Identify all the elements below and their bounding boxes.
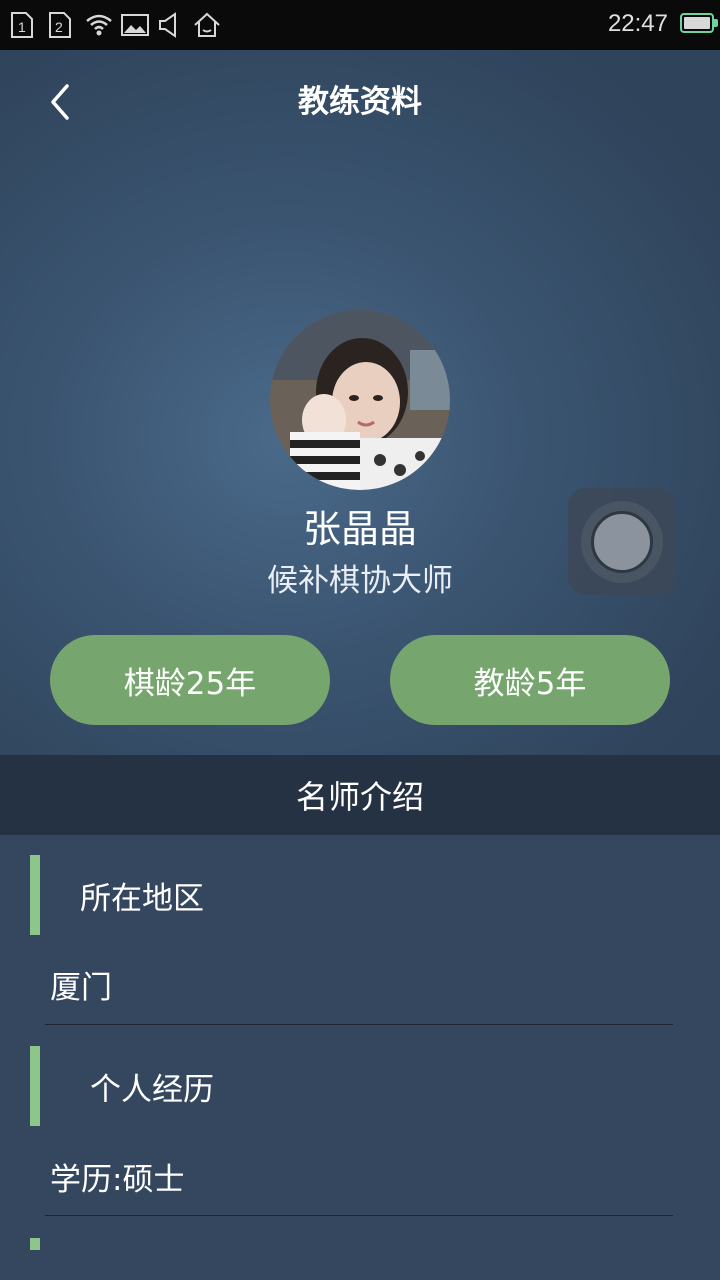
section-header: 名师介绍 bbox=[0, 755, 720, 835]
teaching-age-badge: 教龄5年 bbox=[390, 635, 670, 725]
region-label: 所在地区 bbox=[80, 881, 204, 917]
accent-bar bbox=[30, 1238, 40, 1250]
assistive-ring bbox=[580, 500, 663, 583]
experience-label: 个人经历 bbox=[90, 1072, 214, 1108]
battery-icon bbox=[680, 13, 714, 33]
region-value: 厦门 bbox=[50, 970, 112, 1006]
accent-bar bbox=[30, 1046, 40, 1126]
svg-text:1: 1 bbox=[18, 19, 26, 35]
home-icon bbox=[194, 12, 220, 37]
section-title: 名师介绍 bbox=[295, 778, 424, 816]
sim-2-icon: 2 bbox=[49, 12, 71, 38]
wifi-icon bbox=[86, 14, 112, 36]
chess-age-badge: 棋龄25年 bbox=[50, 635, 330, 725]
divider bbox=[45, 1024, 673, 1025]
region-header: 所在地区 bbox=[0, 855, 720, 935]
floating-assistive-button[interactable] bbox=[568, 488, 675, 595]
experience-header: 个人经历 bbox=[0, 1046, 720, 1126]
experience-value: 学历:硕士 bbox=[50, 1162, 185, 1198]
coach-avatar bbox=[270, 310, 450, 490]
status-bar: 1 2 22:47 bbox=[0, 0, 720, 50]
image-icon bbox=[121, 14, 149, 36]
status-time: 22:47 bbox=[607, 10, 668, 37]
assistive-touch-icon bbox=[590, 510, 653, 573]
battery-tip bbox=[714, 19, 718, 27]
accent-bar bbox=[30, 855, 40, 935]
divider bbox=[45, 1215, 673, 1216]
sim-1-icon: 1 bbox=[11, 12, 33, 38]
svg-text:2: 2 bbox=[55, 19, 63, 35]
page-title: 教练资料 bbox=[298, 84, 422, 120]
volume-icon bbox=[159, 12, 176, 38]
